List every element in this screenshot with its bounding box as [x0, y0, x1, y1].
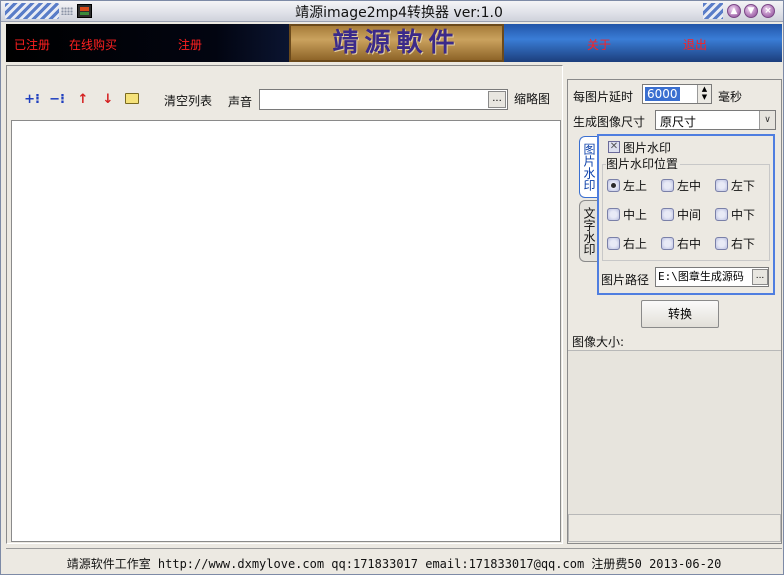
path-label: 图片路径	[601, 273, 650, 287]
radio-top-left[interactable]	[607, 179, 620, 192]
folder-icon[interactable]	[125, 93, 139, 104]
main-window: 靖源image2mp4转换器 ver:1.0 ▲ ▼ × 已注册 在线购买 注册…	[0, 0, 784, 575]
remove-files-icon[interactable]: −⁝	[48, 91, 66, 109]
close-button[interactable]: ×	[761, 4, 775, 18]
radio-bottom-center-label: 右中	[677, 237, 702, 251]
position-group-label: 图片水印位置	[606, 155, 681, 172]
radio-top-left-label: 左上	[623, 179, 648, 193]
logo-text: 靖源軟件	[332, 28, 461, 58]
convert-button[interactable]: 转换	[641, 300, 719, 328]
exit-link[interactable]: 退出	[683, 36, 707, 53]
clear-list-button[interactable]: 清空列表	[164, 92, 212, 109]
sound-browse-button[interactable]: ...	[488, 91, 506, 108]
size-value: 原尺寸	[660, 115, 697, 129]
right-status-box	[568, 514, 781, 542]
radio-middle-left-label: 中上	[623, 208, 648, 222]
title-stripes-right	[703, 3, 723, 19]
register-link[interactable]: 注册	[178, 36, 202, 53]
delay-label: 每图片延时	[573, 90, 634, 104]
registered-link[interactable]: 已注册	[14, 36, 50, 53]
radio-bottom-left[interactable]	[607, 237, 620, 250]
radio-top-right-label: 左下	[731, 179, 756, 193]
thumbnail-label: 缩略图	[514, 92, 551, 106]
status-bar: 靖源软件工作室 http://www.dxmylove.com qq:17183…	[6, 548, 782, 573]
title-bar[interactable]: 靖源image2mp4转换器 ver:1.0 ▲ ▼ ×	[1, 1, 783, 22]
radio-middle-center[interactable]	[661, 208, 674, 221]
radio-middle-right[interactable]	[715, 208, 728, 221]
radio-top-center[interactable]	[661, 179, 674, 192]
radio-top-right[interactable]	[715, 179, 728, 192]
logo: 靖源軟件	[289, 24, 504, 62]
restore-button[interactable]: ▼	[744, 4, 758, 18]
chevron-down-icon[interactable]: ∨	[759, 111, 775, 129]
sound-label: 声音	[228, 95, 253, 109]
add-files-icon[interactable]: +⁝	[23, 91, 41, 109]
buy-online-link[interactable]: 在线购买	[69, 36, 117, 53]
delay-unit: 毫秒	[718, 90, 743, 104]
radio-middle-right-label: 中下	[731, 208, 756, 222]
window-title: 靖源image2mp4转换器 ver:1.0	[295, 5, 503, 21]
footer-text: 靖源软件工作室 http://www.dxmylove.com qq:17183…	[66, 557, 722, 571]
tab-image-watermark[interactable]: 图片水印	[579, 136, 598, 198]
move-up-icon[interactable]: ↑	[74, 91, 92, 109]
minimize-button[interactable]: ▲	[727, 4, 741, 18]
radio-middle-left[interactable]	[607, 208, 620, 221]
preview-area	[568, 350, 781, 514]
image-size-label: 图像大小:	[572, 335, 625, 349]
radio-bottom-center[interactable]	[661, 237, 674, 250]
banner: 已注册 在线购买 注册 靖源軟件 关于 退出	[6, 24, 782, 62]
about-link[interactable]: 关于	[587, 36, 611, 53]
tab-text-watermark[interactable]: 文字水印	[579, 200, 598, 262]
radio-middle-center-label: 中间	[677, 208, 702, 222]
radio-bottom-right-label: 右下	[731, 237, 756, 251]
image-file-list[interactable]	[11, 120, 561, 542]
move-down-icon[interactable]: ↓	[99, 91, 117, 109]
size-select[interactable]: 原尺寸 ∨	[655, 110, 776, 130]
size-label: 生成图像尺寸	[573, 115, 646, 129]
path-browse-button[interactable]: ...	[752, 269, 768, 285]
delay-spinner[interactable]: ▲ ▼	[697, 85, 711, 103]
delay-value: 6000	[645, 87, 680, 101]
delay-input[interactable]: 6000 ▲ ▼	[642, 84, 712, 104]
radio-bottom-left-label: 右上	[623, 237, 648, 251]
watermark-checkbox[interactable]: ✕	[608, 141, 620, 153]
sound-input[interactable]	[259, 89, 508, 110]
radio-top-center-label: 左中	[677, 179, 702, 193]
radio-bottom-right[interactable]	[715, 237, 728, 250]
watermark-checkbox-label: 图片水印	[623, 141, 672, 155]
